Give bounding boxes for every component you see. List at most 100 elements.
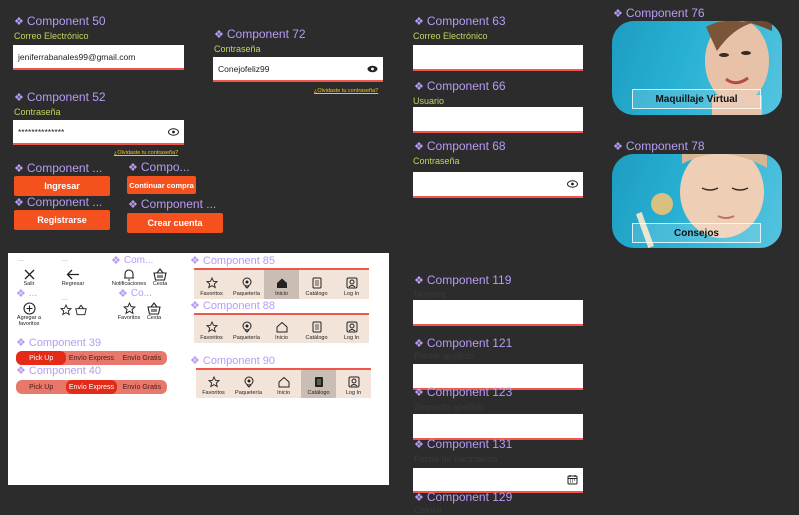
password-label: Contraseña: [14, 107, 61, 117]
cesta-icon-cell-2[interactable]: Cesta: [140, 302, 168, 321]
nav-label: Paquetería: [235, 390, 262, 396]
basket-small-icon[interactable]: [75, 304, 87, 316]
arrow-left-icon: [66, 269, 79, 280]
tips-caption: Consejos: [632, 223, 761, 243]
location-icon: [242, 277, 251, 289]
nav-inicio[interactable]: Inicio: [264, 315, 299, 343]
notificaciones-icon-cell[interactable]: Notificaciones: [110, 268, 148, 287]
component-label-129: ❖ Component 129: [414, 490, 513, 504]
nav-label: Favoritos: [200, 335, 223, 341]
close-icon: [24, 269, 34, 280]
component-label-123: ❖ Component 123: [414, 385, 513, 399]
express-option[interactable]: Envío Express: [66, 351, 116, 365]
celular-label: Celular: [414, 505, 443, 515]
component-label-50: ❖ Component 50: [14, 14, 106, 28]
location-icon: [244, 376, 253, 388]
plus-circle-icon: [22, 302, 36, 315]
salir-icon-cell[interactable]: Salir: [14, 268, 44, 287]
tips-card[interactable]: Consejos: [612, 154, 782, 248]
shipping-segment-1[interactable]: Pick Up Envío Express Envío Gratis: [16, 351, 167, 365]
nav-label: Log In: [343, 291, 360, 297]
component-label-88: ❖ Component 88: [190, 299, 276, 313]
component-label-66: ❖ Component 66: [414, 79, 506, 93]
user-icon: [346, 277, 357, 289]
forgot-password-link[interactable]: ¿Olvidaste tu contraseña?: [114, 150, 178, 156]
star-icon: [205, 277, 218, 289]
component-label-btn4: ❖ Component ...: [128, 197, 217, 211]
component-label-39: ❖ Component 39: [16, 336, 102, 350]
component-label-63: ❖ Component 63: [414, 14, 506, 28]
nav-catalogo[interactable]: Catálogo: [299, 315, 334, 343]
component-label-btn2: ❖ Compo...: [128, 160, 190, 174]
nav-favoritos[interactable]: Favoritos: [196, 370, 231, 398]
agregar-favoritos-icon-cell[interactable]: Agregar a favoritos: [12, 302, 46, 327]
component-label-85: ❖ Component 85: [190, 254, 276, 268]
dots-label: ...: [18, 256, 24, 263]
right-password-field[interactable]: [413, 172, 583, 198]
component-label-btn1: ❖ Component ...: [14, 161, 103, 175]
gratis-option[interactable]: Envío Gratis: [117, 351, 167, 365]
nav-label: Log In: [345, 390, 362, 396]
right-email-field[interactable]: [413, 45, 583, 71]
nav-inicio[interactable]: Inicio: [264, 270, 299, 299]
component-label-btn3: ❖ Component ...: [14, 195, 103, 209]
segundo-apellido-label: Segundo apellido: [414, 402, 484, 412]
eye-icon[interactable]: [367, 65, 378, 73]
nav-label: Favoritos: [200, 291, 223, 297]
user-field[interactable]: [413, 107, 583, 133]
ingresar-button[interactable]: Ingresar: [14, 176, 110, 196]
nav-label: Inicio: [277, 390, 290, 396]
nav-paqueteria[interactable]: Paquetería: [229, 315, 264, 343]
nav-catalogo[interactable]: Catálogo: [301, 370, 336, 398]
right-email-label: Correo Electrónico: [413, 31, 488, 41]
dots-label-3: ...: [62, 295, 68, 302]
nav-login[interactable]: Log In: [336, 370, 371, 398]
nav-paqueteria[interactable]: Paquetería: [231, 370, 266, 398]
user-icon: [346, 321, 357, 333]
nav-catalogo[interactable]: Catálogo: [299, 270, 334, 299]
express-option[interactable]: Envío Express: [66, 380, 117, 394]
pickup-option[interactable]: Pick Up: [16, 380, 66, 394]
nav-login[interactable]: Log In: [334, 270, 369, 299]
registrarse-button[interactable]: Registrarse: [14, 210, 110, 230]
password2-label: Contraseña: [214, 44, 261, 54]
password-field[interactable]: **************: [13, 120, 184, 145]
crear-cuenta-button[interactable]: Crear cuenta: [127, 213, 223, 233]
bottom-nav-85: Favoritos Paquetería Inicio Catálogo Log…: [194, 268, 369, 299]
bell-icon: [124, 269, 134, 281]
calendar-icon[interactable]: [567, 474, 578, 485]
fecha-label: Fecha de nacimiento: [414, 454, 498, 464]
eye-icon[interactable]: [168, 127, 179, 136]
nav-favoritos[interactable]: Favoritos: [194, 315, 229, 343]
home-icon: [276, 278, 287, 288]
nav-label: Catálogo: [305, 335, 328, 341]
nav-login[interactable]: Log In: [334, 315, 369, 343]
forgot-password-link-2[interactable]: ¿Olvidaste tu contraseña?: [314, 88, 378, 94]
nombre-field[interactable]: [413, 300, 583, 326]
regresar-icon-cell[interactable]: Regresar: [58, 268, 88, 287]
password-value: **************: [18, 126, 65, 137]
shipping-segment-2[interactable]: Pick Up Envío Express Envío Gratis: [16, 380, 167, 394]
gratis-option[interactable]: Envío Gratis: [117, 380, 167, 394]
star-outline-icon[interactable]: [60, 304, 72, 316]
component-label-121: ❖ Component 121: [414, 336, 513, 350]
password2-field[interactable]: Conejofeliz99: [213, 57, 383, 82]
nav-label: Paquetería: [233, 335, 260, 341]
primer-apellido-label: Primer apellido: [414, 351, 475, 361]
makeup-card[interactable]: Maquillaje Virtual: [612, 21, 782, 115]
favoritos-label: Favoritos: [117, 315, 141, 321]
nav-label: Log In: [343, 335, 360, 341]
nav-label: Inicio: [275, 335, 288, 341]
eye-icon[interactable]: [567, 180, 578, 188]
home-icon: [276, 321, 287, 333]
dots-label-2: ...: [62, 256, 68, 263]
email-field[interactable]: jeniferrabanales99@gmail.com: [13, 45, 184, 70]
email-label: Correo Electrónico: [14, 31, 89, 41]
nav-inicio[interactable]: Inicio: [266, 370, 301, 398]
nav-paqueteria[interactable]: Paquetería: [229, 270, 264, 299]
nav-favoritos[interactable]: Favoritos: [194, 270, 229, 299]
continuar-compra-button[interactable]: Continuar compra: [127, 176, 196, 194]
cesta-icon-cell[interactable]: Cesta: [146, 268, 174, 287]
catalog-icon: [312, 321, 321, 333]
pickup-option[interactable]: Pick Up: [16, 351, 67, 365]
